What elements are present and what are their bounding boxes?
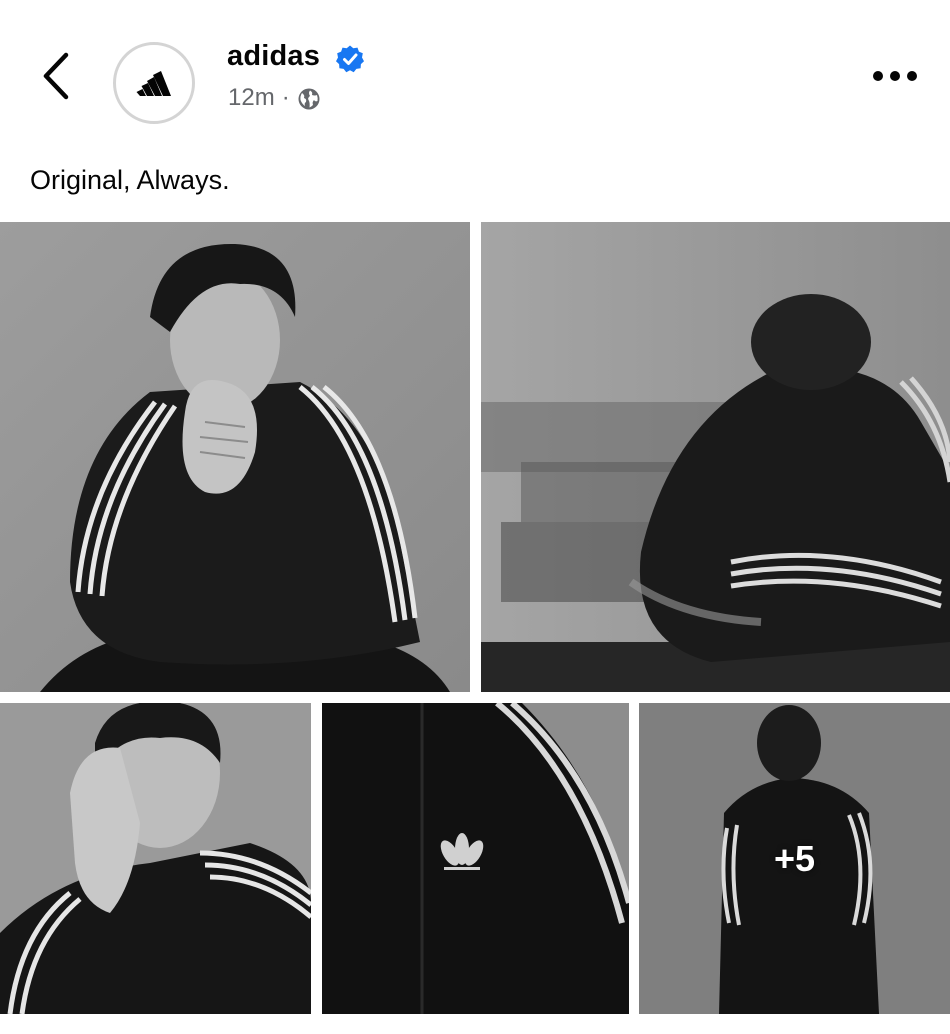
photo-5[interactable]: +5 — [639, 703, 950, 1014]
photo-2[interactable] — [481, 222, 950, 692]
back-button[interactable] — [30, 45, 82, 107]
post-time[interactable]: 12m — [228, 84, 275, 112]
photo-1[interactable] — [0, 222, 470, 692]
avatar-image — [120, 49, 188, 117]
photo-3[interactable] — [0, 703, 311, 1014]
page-avatar[interactable] — [113, 42, 195, 124]
photo-3-image — [0, 703, 311, 1014]
page-name[interactable]: adidas — [227, 40, 320, 73]
photo-2-image — [481, 222, 950, 692]
post-caption: Original, Always. — [30, 165, 230, 195]
more-photos-count[interactable]: +5 — [639, 703, 950, 1014]
verified-badge-icon — [336, 45, 364, 73]
photo-4-image — [322, 703, 629, 1014]
photo-4[interactable] — [322, 703, 629, 1014]
post-header: adidas 12m · — [0, 0, 950, 150]
chevron-left-icon — [43, 52, 69, 100]
post-meta: 12m · — [228, 84, 321, 112]
globe-icon[interactable] — [297, 87, 321, 111]
more-horizontal-icon — [873, 71, 917, 81]
photo-1-image — [0, 222, 470, 692]
meta-separator: · — [281, 84, 290, 111]
more-options-button[interactable] — [870, 62, 920, 90]
adidas-logo — [136, 71, 171, 96]
